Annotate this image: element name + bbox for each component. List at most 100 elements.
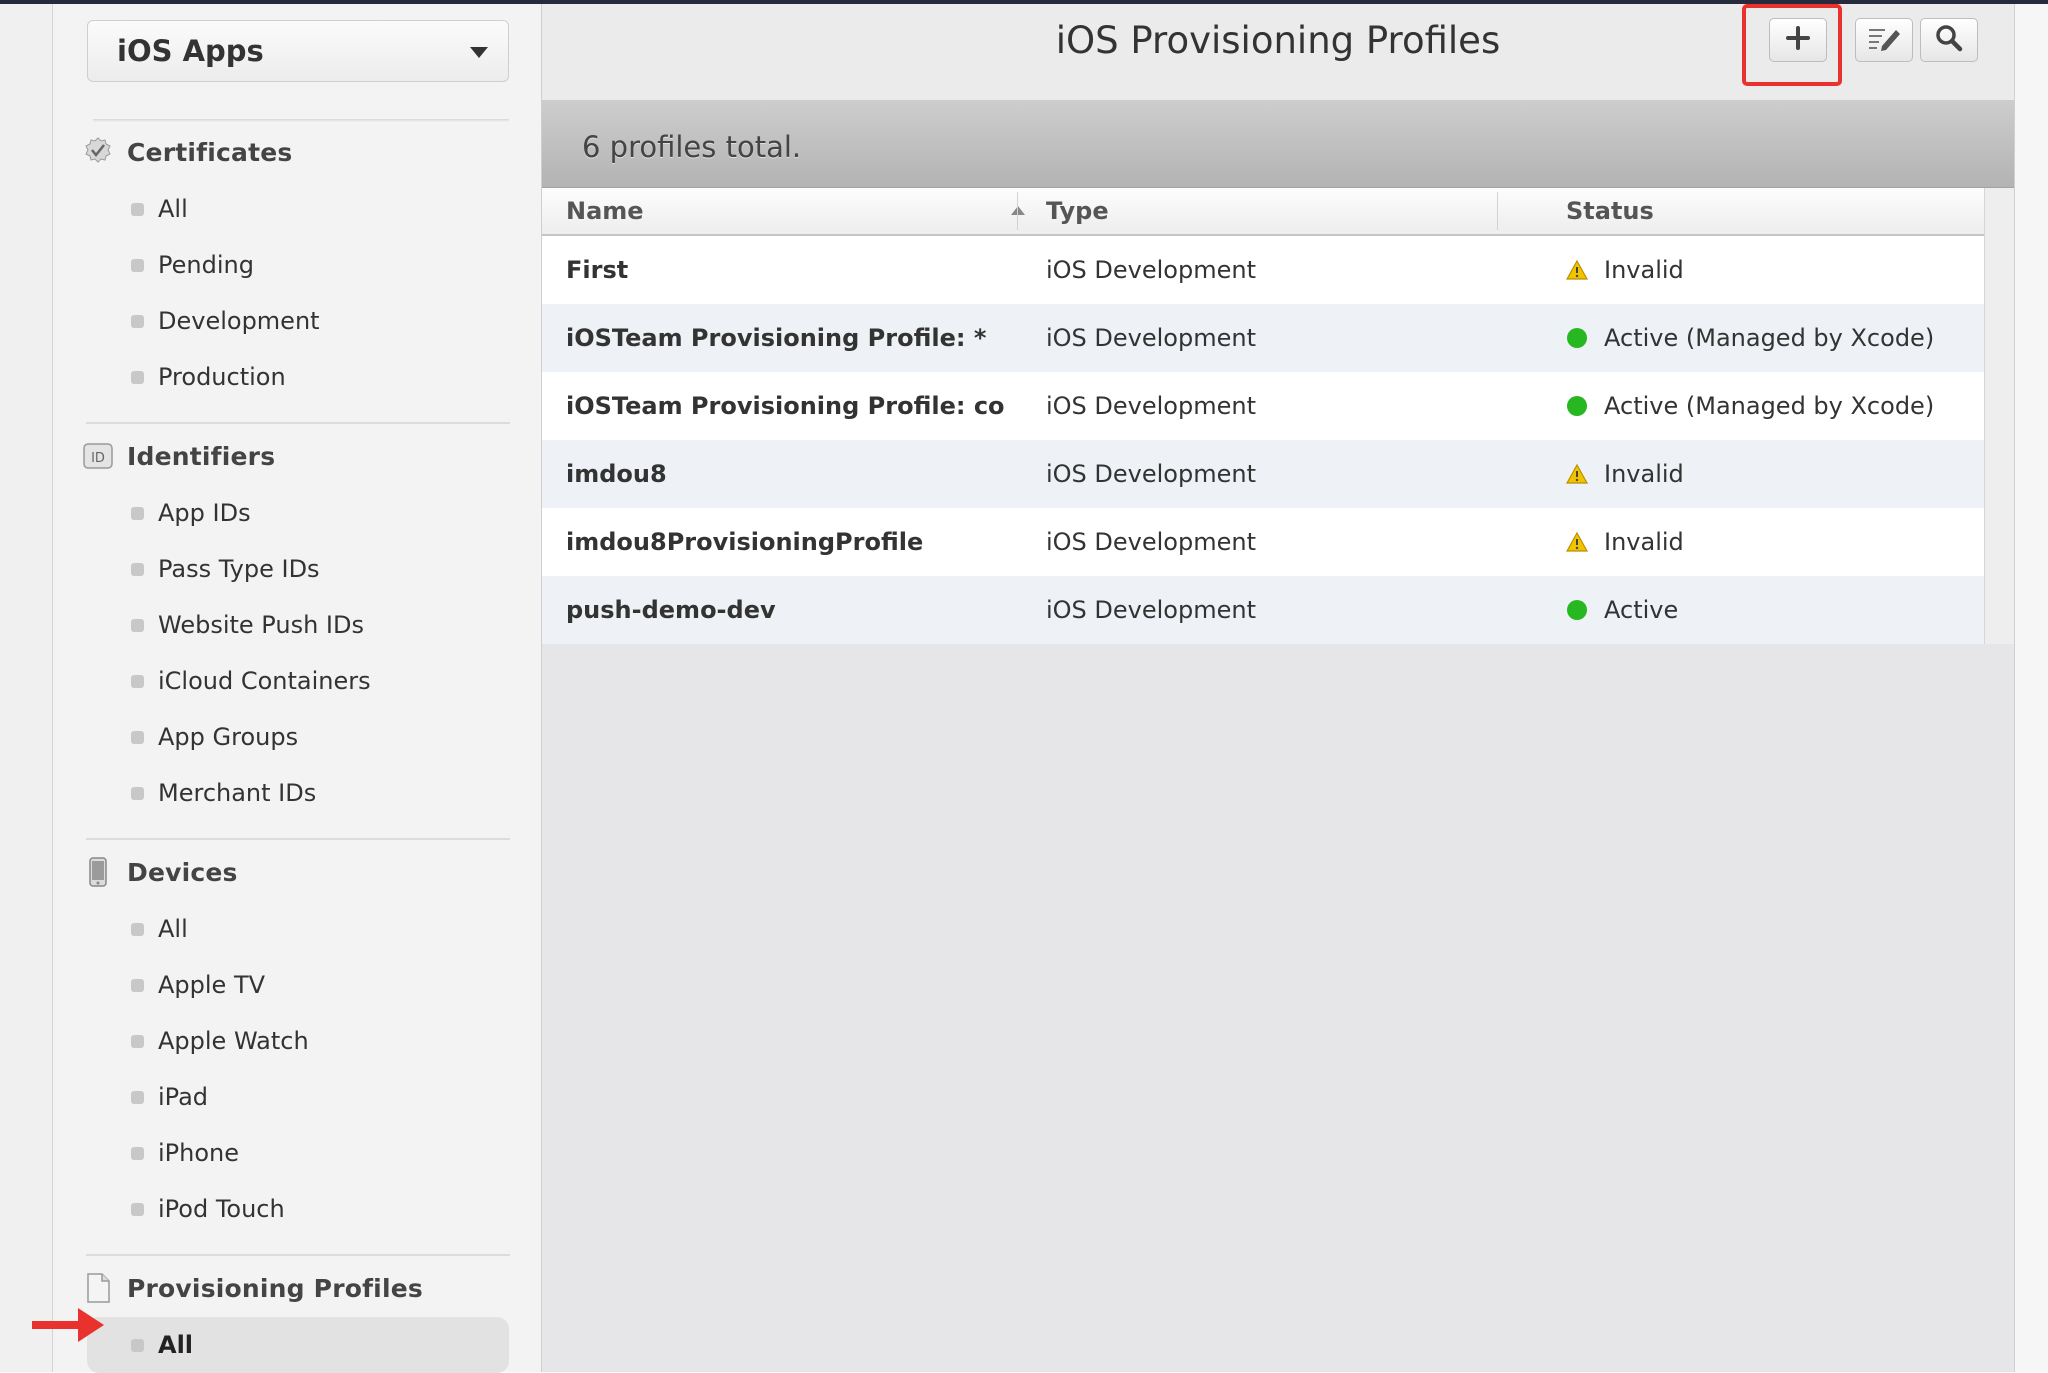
table-scrollbar[interactable]: [1984, 188, 2015, 644]
column-header-label: Status: [1566, 197, 1654, 225]
profiles-table: Name Type Status First iOS Development I…: [542, 188, 1984, 644]
bullet-icon: [131, 506, 144, 520]
status-label: Active (Managed by Xcode): [1604, 324, 1935, 352]
app-type-select[interactable]: iOS Apps: [87, 20, 509, 82]
search-button[interactable]: [1920, 18, 1978, 62]
sidebar-item-iphone[interactable]: iPhone: [87, 1125, 509, 1181]
add-button-highlight: [1742, 4, 1842, 86]
bullet-icon: [131, 730, 144, 744]
column-header-status[interactable]: Status: [1566, 188, 1654, 234]
edit-button[interactable]: [1855, 18, 1913, 62]
chevron-down-icon: [470, 47, 488, 58]
sidebar-item-merchant-ids[interactable]: Merchant IDs: [87, 765, 509, 821]
sidebar-divider: [86, 838, 510, 840]
bullet-icon: [131, 1090, 144, 1104]
profile-status: Active (Managed by Xcode): [1566, 304, 1934, 372]
sidebar-item-icloud-containers[interactable]: iCloud Containers: [87, 653, 509, 709]
warning-icon: [1566, 531, 1588, 553]
table-row[interactable]: imdou8 iOS Development Invalid: [542, 440, 1984, 508]
sidebar-item-profiles-all[interactable]: All: [87, 1317, 509, 1373]
sort-ascending-icon: [1011, 206, 1025, 215]
table-row[interactable]: iOSTeam Provisioning Profile: co... iOS …: [542, 372, 1984, 440]
bullet-icon: [131, 258, 144, 272]
sidebar-item-ipod-touch[interactable]: iPod Touch: [87, 1181, 509, 1237]
sidebar-item-label: iPhone: [158, 1139, 240, 1167]
bullet-icon: [131, 202, 144, 216]
header-toolbar: iOS Provisioning Profiles: [542, 4, 2014, 101]
sidebar-item-certificates-pending[interactable]: Pending: [87, 237, 509, 293]
sidebar-item-apple-watch[interactable]: Apple Watch: [87, 1013, 509, 1069]
profile-status: Invalid: [1566, 508, 1684, 576]
sidebar-item-label: Development: [158, 307, 320, 335]
profile-status: Active: [1566, 576, 1678, 644]
sidebar-item-label: App Groups: [158, 723, 299, 751]
bullet-icon: [131, 978, 144, 992]
profile-name: iOSTeam Provisioning Profile: co...: [566, 392, 1006, 420]
sidebar-section-title: Provisioning Profiles: [127, 1273, 423, 1303]
table-row[interactable]: push-demo-dev iOS Development Active: [542, 576, 1984, 644]
column-separator[interactable]: [1017, 192, 1018, 230]
bullet-icon: [131, 618, 144, 632]
sidebar-top-divider: [93, 119, 509, 122]
search-icon: [1935, 24, 1963, 56]
profile-name: push-demo-dev: [566, 596, 776, 624]
app-type-select-value: iOS Apps: [117, 34, 264, 68]
sidebar-item-label: All: [158, 1331, 194, 1359]
sidebar-item-certificates-all[interactable]: All: [87, 181, 509, 237]
sidebar-item-apple-tv[interactable]: Apple TV: [87, 957, 509, 1013]
active-dot-icon: [1566, 599, 1588, 621]
column-header-label: Name: [566, 197, 644, 225]
main-content: iOS Provisioning Profiles 6 profiles tot…: [542, 4, 2015, 1372]
sidebar-section-header: Certificates: [83, 132, 292, 172]
left-gutter: [0, 4, 53, 1372]
sidebar-item-ipad[interactable]: iPad: [87, 1069, 509, 1125]
sidebar-item-label: iPad: [158, 1083, 209, 1111]
sidebar-item-website-push-ids[interactable]: Website Push IDs: [87, 597, 509, 653]
profile-type: iOS Development: [1046, 392, 1256, 420]
bullet-icon: [131, 674, 144, 688]
bullet-icon: [131, 786, 144, 800]
edit-icon: [1866, 24, 1902, 56]
sidebar-divider: [86, 1254, 510, 1256]
red-arrow-annotation-icon: [32, 1308, 104, 1342]
sidebar-section-header: Provisioning Profiles: [83, 1268, 423, 1308]
sidebar-item-label: Merchant IDs: [158, 779, 317, 807]
active-dot-icon: [1566, 327, 1588, 349]
sidebar-item-app-groups[interactable]: App Groups: [87, 709, 509, 765]
warning-icon: [1566, 463, 1588, 485]
sidebar-section-title: Devices: [127, 857, 238, 887]
table-row[interactable]: imdou8ProvisioningProfile iOS Developmen…: [542, 508, 1984, 576]
active-dot-icon: [1566, 395, 1588, 417]
table-row[interactable]: iOSTeam Provisioning Profile: * iOS Deve…: [542, 304, 1984, 372]
profile-status: Invalid: [1566, 236, 1684, 304]
table-row[interactable]: First iOS Development Invalid: [542, 236, 1984, 304]
column-header-name[interactable]: Name: [566, 188, 1025, 234]
sidebar-item-certificates-production[interactable]: Production: [87, 349, 509, 405]
bullet-icon: [131, 370, 144, 384]
profile-type: iOS Development: [1046, 528, 1256, 556]
profile-type: iOS Development: [1046, 256, 1256, 284]
sidebar-item-pass-type-ids[interactable]: Pass Type IDs: [87, 541, 509, 597]
id-badge-icon: ID: [83, 441, 113, 471]
sidebar-item-certificates-development[interactable]: Development: [87, 293, 509, 349]
warning-icon: [1566, 259, 1588, 281]
profile-name: iOSTeam Provisioning Profile: *: [566, 324, 987, 352]
sidebar-item-label: Production: [158, 363, 286, 391]
profile-type: iOS Development: [1046, 460, 1256, 488]
bullet-icon: [131, 1338, 144, 1352]
sidebar-item-label: Apple Watch: [158, 1027, 309, 1055]
status-label: Invalid: [1604, 460, 1684, 488]
sidebar-item-app-ids[interactable]: App IDs: [87, 485, 509, 541]
column-header-type[interactable]: Type: [1046, 188, 1109, 234]
profile-name: imdou8: [566, 460, 667, 488]
bullet-icon: [131, 1202, 144, 1216]
profile-status: Invalid: [1566, 440, 1684, 508]
sidebar-item-devices-all[interactable]: All: [87, 901, 509, 957]
sidebar-item-label: Pending: [158, 251, 254, 279]
sidebar-divider: [86, 422, 510, 424]
sidebar-section-header: ID Identifiers: [83, 436, 275, 476]
bullet-icon: [131, 314, 144, 328]
sidebar-item-label: Website Push IDs: [158, 611, 364, 639]
column-separator[interactable]: [1497, 192, 1498, 230]
sidebar-item-label: App IDs: [158, 499, 251, 527]
